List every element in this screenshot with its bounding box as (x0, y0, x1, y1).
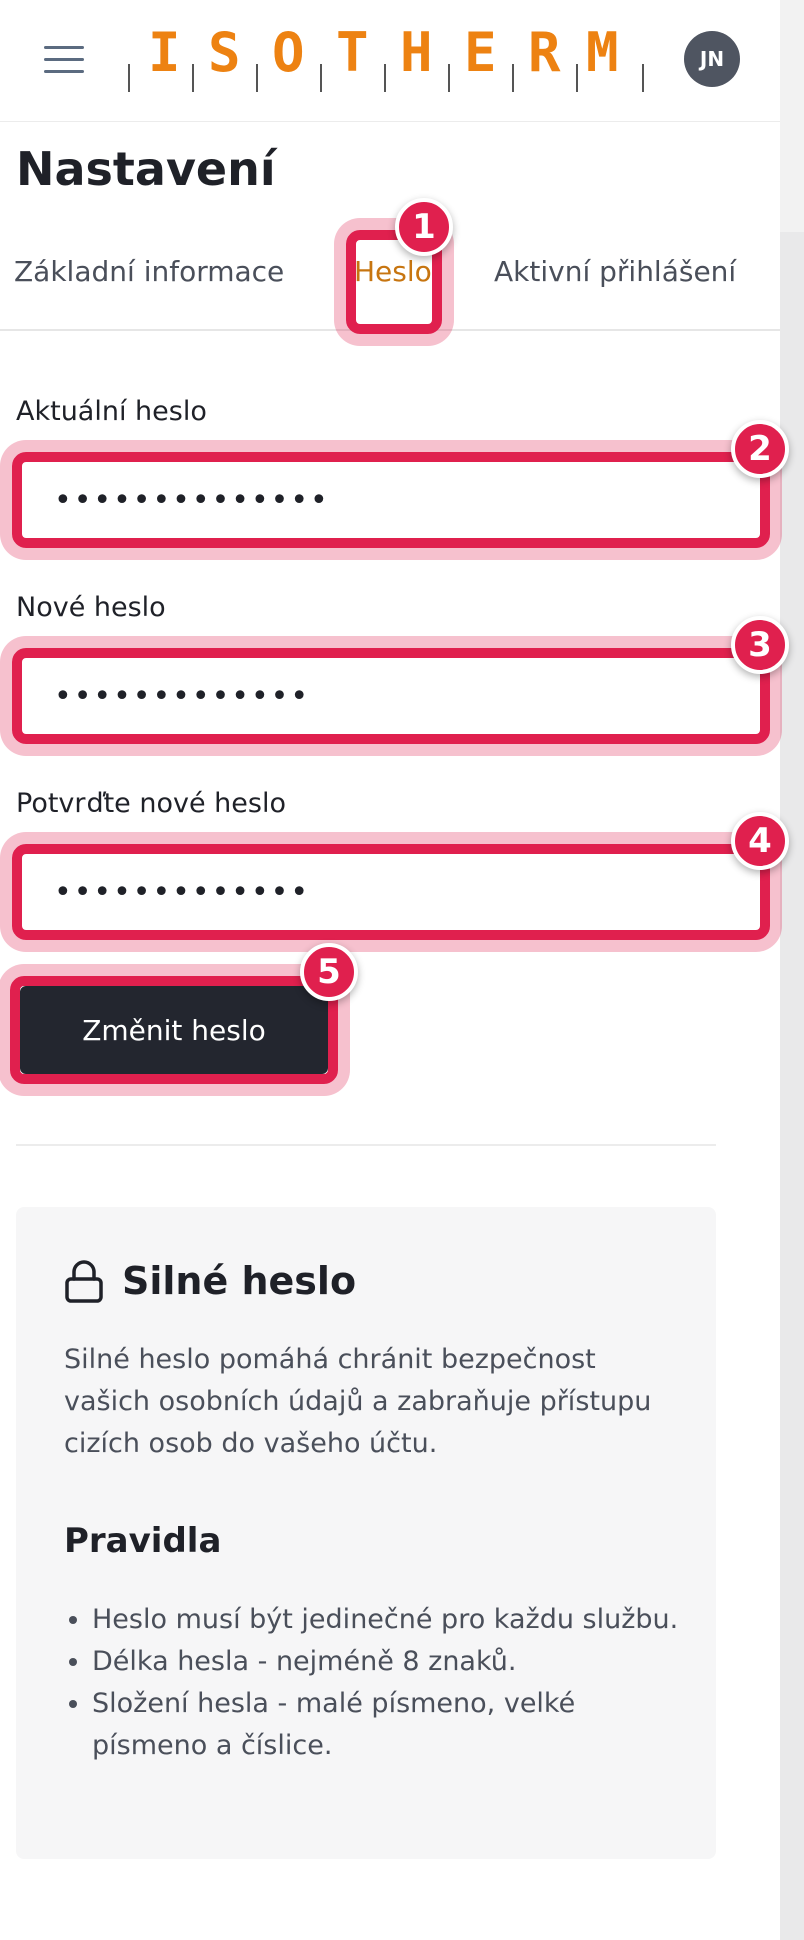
info-card-text: Silné heslo pomáhá chránit bezpečnost va… (64, 1344, 652, 1459)
rules-list: Heslo musí být jedinečné pro každu služb… (64, 1599, 692, 1767)
annotation-badge-3: 3 (731, 616, 789, 674)
change-password-button[interactable]: Změnit heslo (20, 986, 328, 1074)
current-password-input[interactable] (22, 462, 760, 538)
strong-password-card: Silné heslo Silné heslo pomáhá chránit b… (16, 1207, 716, 1859)
logo-tick (512, 64, 514, 92)
logo-tick (128, 64, 130, 92)
settings-tabs: Základní informace Heslo Aktivní přihláš… (0, 225, 780, 331)
confirm-password-input[interactable] (22, 854, 760, 930)
logo-letter: R (528, 21, 561, 84)
tab-password[interactable]: Heslo (354, 255, 432, 288)
logo-tick (384, 64, 386, 92)
logo-tick (320, 64, 322, 92)
scrollbar-thumb[interactable] (780, 232, 804, 1940)
current-password-label: Aktuální heslo (16, 396, 207, 427)
new-password-label: Nové heslo (16, 592, 166, 623)
logo-letter: O (272, 21, 305, 84)
section-divider (16, 1144, 716, 1146)
user-avatar[interactable]: JN (684, 31, 740, 87)
logo-letter: E (464, 21, 497, 84)
menu-icon[interactable] (44, 46, 84, 74)
logo-tick (576, 64, 578, 92)
logo-letter: T (336, 21, 369, 84)
tab-basic-info[interactable]: Základní informace (14, 255, 284, 288)
new-password-input[interactable] (22, 658, 760, 734)
tab-active-logins[interactable]: Aktivní přihlášení (494, 255, 736, 288)
logo-letter: M (586, 21, 619, 84)
annotation-badge-4: 4 (731, 812, 789, 870)
info-card-header: Silné heslo (64, 1259, 356, 1303)
page-title: Nastavení (16, 142, 276, 196)
logo-tick (448, 64, 450, 92)
logo-tick (192, 64, 194, 92)
annotation-badge-2: 2 (731, 420, 789, 478)
brand-logo[interactable]: I S O T H E R M (124, 20, 654, 96)
top-bar: I S O T H E R M JN (0, 0, 780, 122)
rule-item: Složení hesla - malé písmeno, velké písm… (92, 1683, 692, 1767)
logo-tick (256, 64, 258, 92)
annotation-badge-1: 1 (395, 198, 453, 256)
rules-title: Pravidla (64, 1521, 222, 1561)
rule-item: Heslo musí být jedinečné pro každu služb… (92, 1599, 692, 1641)
logo-letter: H (400, 21, 433, 84)
logo-letter: S (208, 21, 241, 84)
lock-icon (65, 1260, 103, 1303)
confirm-password-label: Potvrďte nové heslo (16, 788, 286, 819)
info-card-title: Silné heslo (122, 1259, 357, 1303)
logo-tick (642, 64, 644, 92)
rule-item: Délka hesla - nejméně 8 znaků. (92, 1641, 692, 1683)
annotation-badge-5: 5 (300, 943, 358, 1001)
logo-letter: I (148, 21, 181, 84)
